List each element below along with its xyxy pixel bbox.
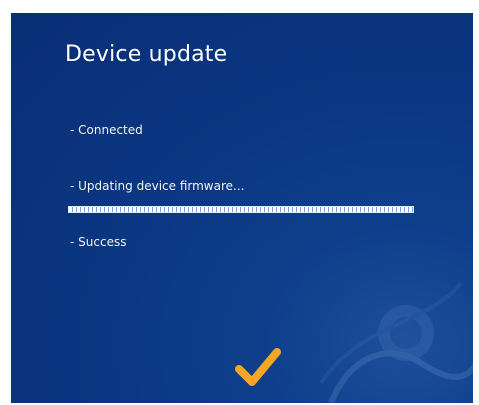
step-updating-firmware: - Updating device firmware... <box>70 179 245 193</box>
progress-fill <box>69 207 413 212</box>
device-illustration-icon <box>319 281 473 403</box>
step-success: - Success <box>70 235 127 249</box>
firmware-progress-bar <box>68 206 414 213</box>
dialog-title: Device update <box>65 42 228 67</box>
checkmark-icon <box>235 348 281 386</box>
device-update-dialog: Device update - Connected - Updating dev… <box>11 13 473 403</box>
step-connected: - Connected <box>70 123 143 137</box>
